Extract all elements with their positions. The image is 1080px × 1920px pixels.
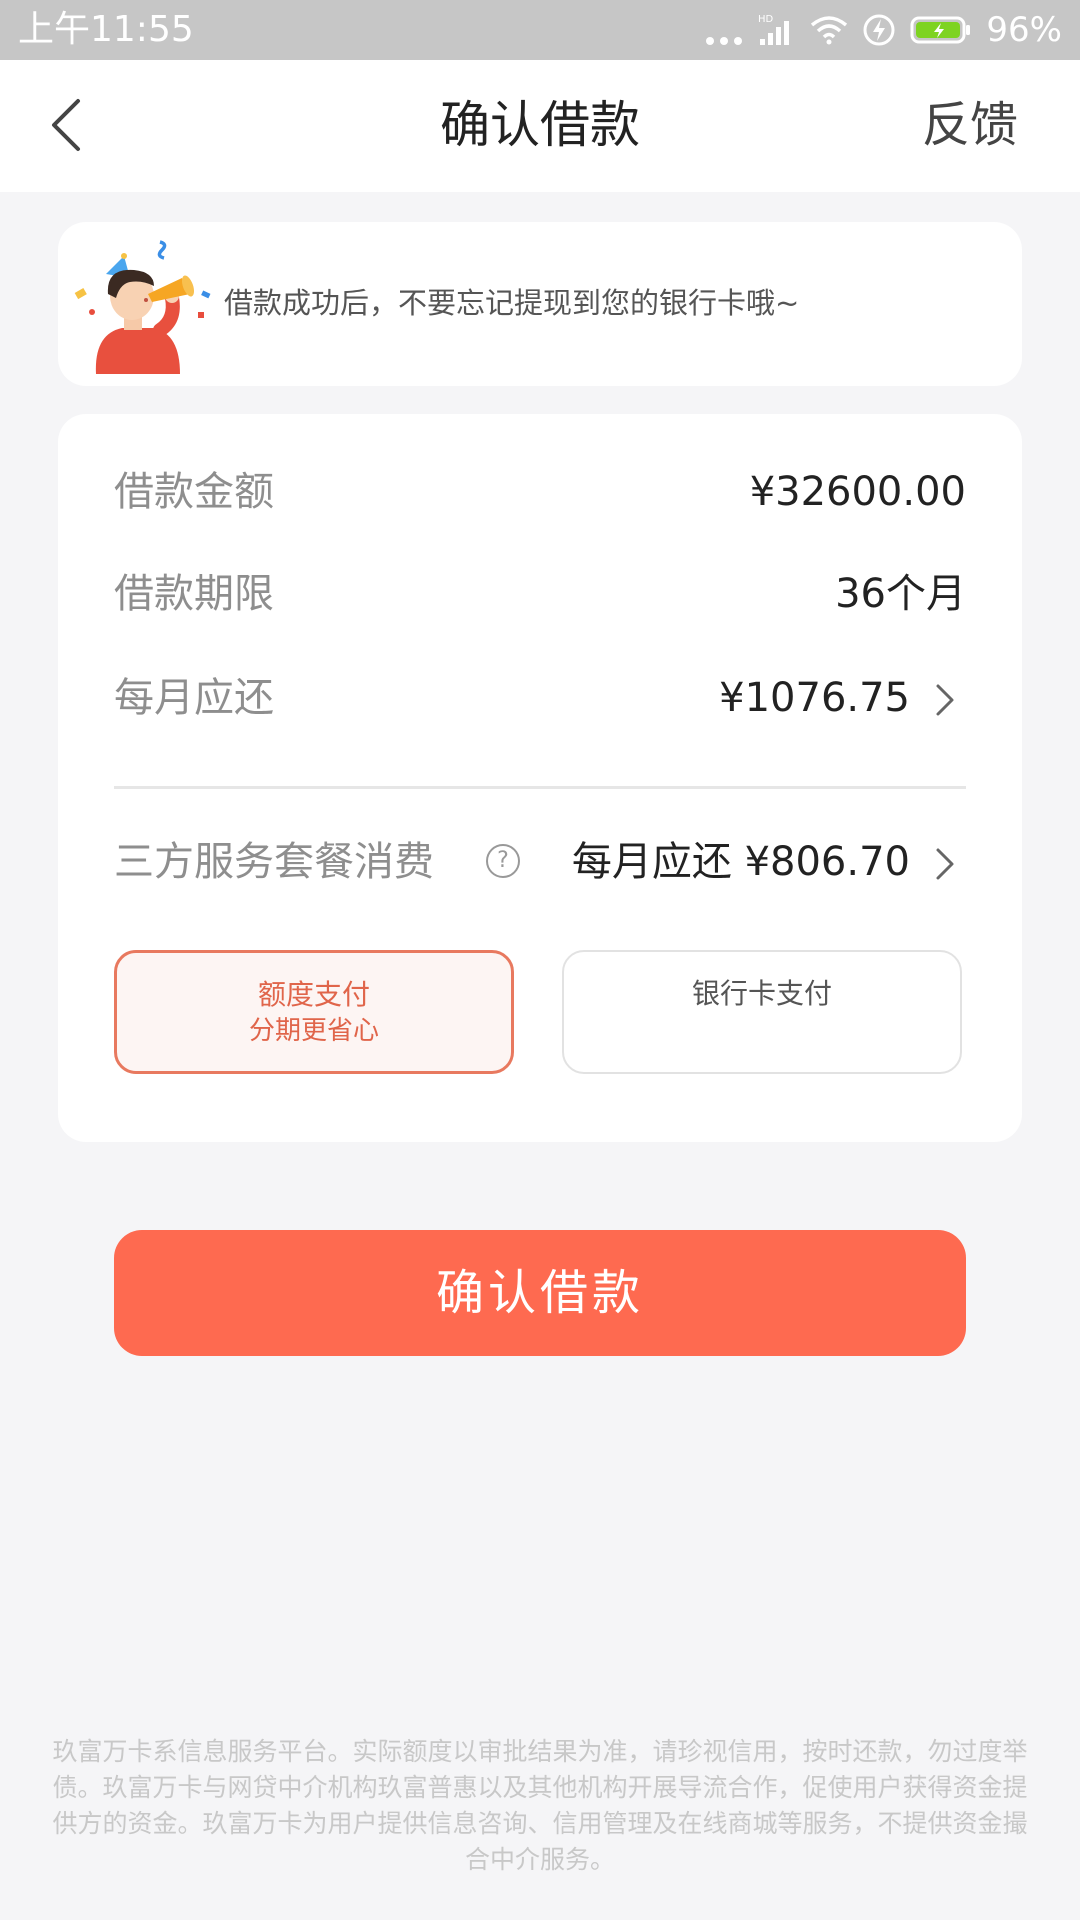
status-time: 上午11:55 — [18, 9, 194, 50]
service-package-row[interactable]: 三方服务套餐消费 ? 每月应还 ¥806.70 — [114, 832, 966, 892]
charging-bolt-icon — [863, 14, 895, 46]
tip-text: 借款成功后，不要忘记提现到您的银行卡哦~ — [224, 286, 800, 320]
service-package-value: 每月应还 ¥806.70 — [571, 839, 910, 885]
chevron-right-icon — [936, 684, 954, 716]
disclaimer-text: 玖富万卡系信息服务平台。实际额度以审批结果为准，请珍视信用，按时还款，勿过度举债… — [52, 1737, 1028, 1874]
more-dots-icon — [706, 15, 743, 45]
quota-payment-option[interactable]: 额度支付 分期更省心 — [114, 950, 514, 1074]
nav-bar: 确认借款 反馈 — [0, 60, 1080, 192]
loan-amount-label: 借款金额 — [114, 469, 274, 515]
cheering-person-illustration — [74, 240, 211, 374]
status-icons: HD 96% — [706, 8, 1062, 52]
loan-term-value: 36个月 — [835, 571, 966, 617]
battery-percent: 96% — [986, 10, 1062, 50]
chevron-right-icon — [936, 848, 954, 880]
quota-payment-sublabel: 分期更省心 — [248, 1016, 379, 1046]
divider — [114, 786, 966, 789]
quota-payment-label: 额度支付 — [257, 978, 370, 1011]
bank-card-payment-option[interactable]: 银行卡支付 — [562, 950, 962, 1074]
hd-label: HD — [758, 14, 774, 25]
bank-card-payment-label: 银行卡支付 — [691, 977, 832, 1010]
signal-icon: HD — [758, 14, 790, 45]
monthly-repayment-value: ¥1076.75 — [719, 675, 910, 721]
loan-term-row: 借款期限 36个月 — [114, 564, 966, 624]
service-package-label: 三方服务套餐消费 — [114, 839, 434, 885]
battery-icon — [910, 16, 971, 44]
page-title: 确认借款 — [440, 96, 640, 154]
loan-amount-row: 借款金额 ¥32600.00 — [114, 462, 966, 522]
confirm-loan-button[interactable]: 确认借款 — [114, 1230, 966, 1356]
wifi-icon — [811, 16, 848, 45]
feedback-button[interactable]: 反馈 — [922, 92, 1018, 158]
tip-card: 借款成功后，不要忘记提现到您的银行卡哦~ — [58, 222, 1022, 386]
monthly-repayment-label: 每月应还 — [114, 675, 274, 721]
loan-amount-value: ¥32600.00 — [749, 469, 966, 515]
status-bar: 上午11:55 HD 96% — [0, 0, 1080, 60]
loan-details-card: 借款金额 ¥32600.00 借款期限 36个月 每月应还 ¥1076.75 三… — [58, 414, 1022, 1142]
loan-term-label: 借款期限 — [114, 571, 274, 617]
help-icon[interactable]: ? — [486, 844, 520, 878]
monthly-repayment-row[interactable]: 每月应还 ¥1076.75 — [114, 668, 966, 728]
